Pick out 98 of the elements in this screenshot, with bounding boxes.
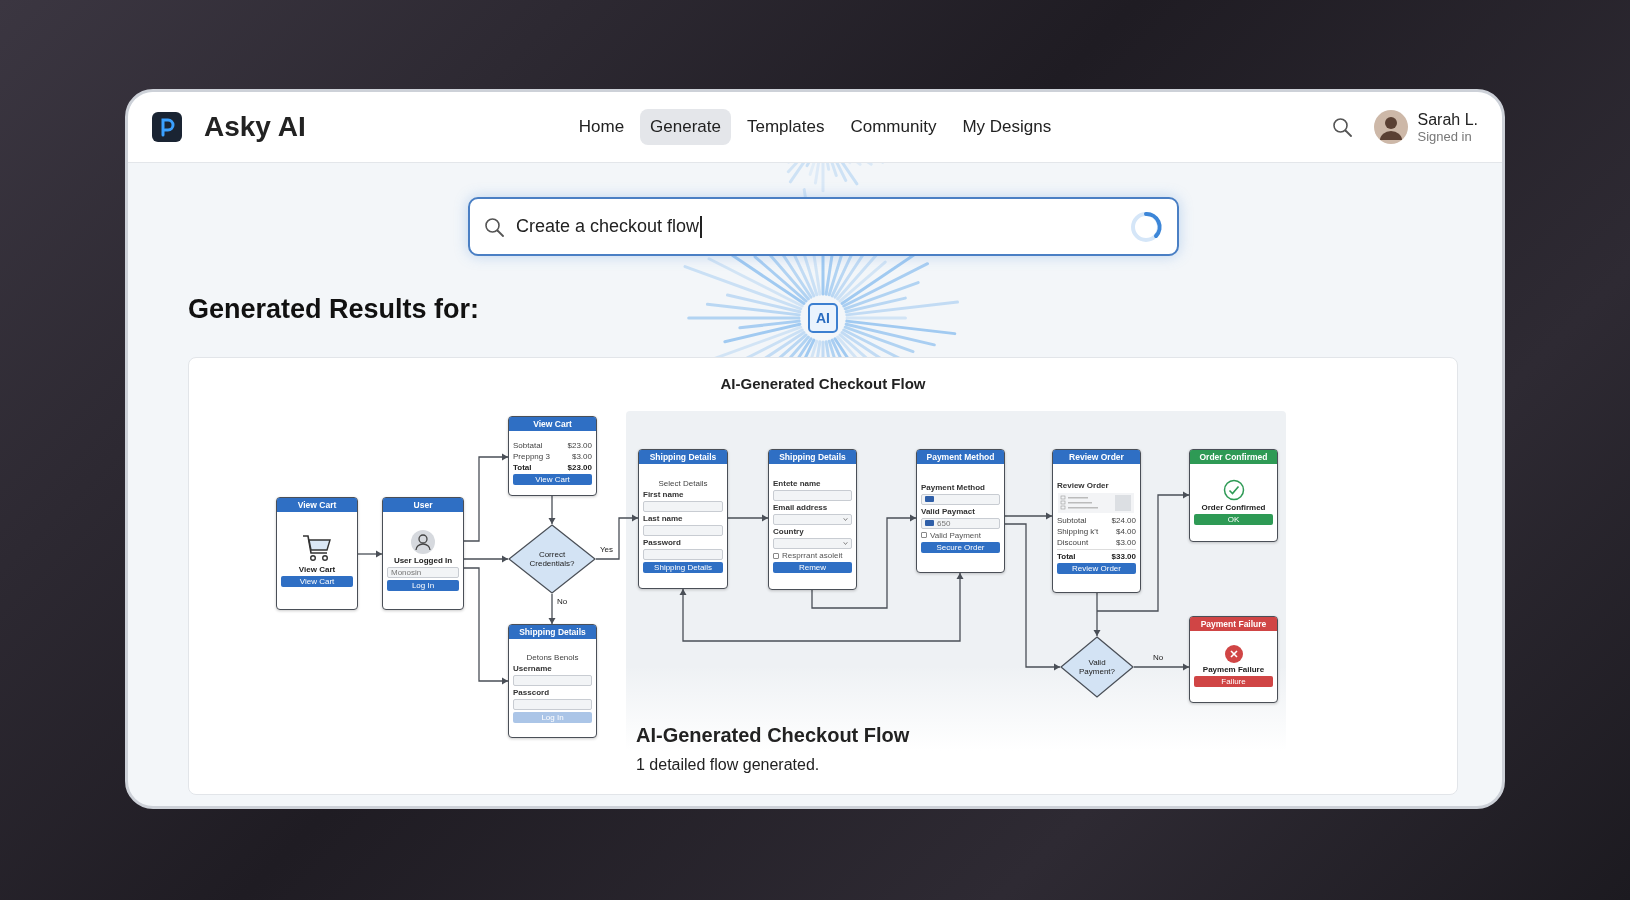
card-caption: Select Details — [657, 478, 709, 488]
summary-label: Shipping k't — [1057, 527, 1099, 536]
card-header: Shipping Details — [509, 625, 596, 639]
card-button[interactable]: Shipping Details — [643, 561, 723, 573]
card-button[interactable]: Remew — [773, 562, 852, 573]
card-button[interactable]: View Cart — [513, 473, 592, 485]
nav-tab[interactable]: My Designs — [952, 109, 1062, 145]
loading-spinner-icon — [1129, 209, 1163, 244]
input-field[interactable] — [643, 524, 723, 536]
checkmark-icon — [1222, 479, 1245, 501]
summary-amount: $3.00 — [1115, 538, 1136, 547]
field-label: Last name — [643, 513, 684, 523]
search-query: Create a checkout flow — [516, 216, 700, 237]
results-heading: Generated Results for: — [188, 294, 480, 326]
result-title: AI-Generated Checkout Flow — [636, 724, 910, 747]
card-button[interactable]: Review Order — [1057, 563, 1136, 574]
input-field[interactable] — [513, 698, 592, 710]
chevron-down-icon — [843, 541, 848, 546]
card-header: Payment Method — [917, 450, 1004, 464]
app-title: Asky AI — [204, 111, 306, 143]
decision-label: Correct Credentials? — [528, 549, 576, 569]
card-input-field[interactable] — [921, 493, 1000, 505]
error-icon — [1224, 645, 1243, 663]
field-label: Password — [643, 537, 682, 547]
ai-chip-icon: AI — [808, 303, 838, 333]
edge-label: No — [1153, 653, 1164, 662]
card-header: View Cart — [277, 498, 357, 512]
field-label: Email address — [773, 503, 829, 512]
credit-card-icon — [925, 520, 934, 526]
user-status: Signed in — [1417, 128, 1473, 145]
nav-tab[interactable]: Community — [840, 109, 947, 145]
nav-tab[interactable]: Home — [568, 109, 635, 145]
summary-amount: $23.00 — [567, 440, 592, 450]
field-label: Username — [513, 663, 553, 673]
card-header: User — [383, 498, 463, 512]
card-heading: Order Confirmed — [1200, 503, 1267, 512]
checkbox-label: Resprrant asoleit — [782, 551, 843, 560]
summary-label: Sobtatal — [513, 440, 543, 450]
cart-icon — [301, 533, 333, 563]
summary-amount: $24.00 — [1111, 516, 1136, 525]
card-header: Shipping Details — [769, 450, 856, 464]
card-header: Review Order — [1053, 450, 1140, 464]
input-field[interactable] — [513, 674, 592, 686]
summary-label: Preppng 3 — [513, 451, 550, 461]
card-input-field[interactable]: 650 — [921, 517, 1000, 529]
card-button[interactable]: View Cart — [281, 576, 353, 587]
field-label: Review Order — [1057, 481, 1110, 490]
card-header: View Cart — [509, 417, 596, 431]
select-field[interactable] — [773, 538, 852, 549]
checkbox[interactable] — [773, 552, 779, 559]
card-header: Order Confirmed — [1190, 450, 1277, 464]
card-heading: Paymem Failure — [1201, 665, 1266, 674]
card-button[interactable]: OK — [1194, 514, 1273, 525]
input-field[interactable] — [643, 500, 723, 512]
nav-tab[interactable]: Generate — [640, 109, 731, 145]
field-label: Entete name — [773, 479, 822, 488]
card-header: Payment Failure — [1190, 617, 1277, 631]
avatar-icon[interactable] — [1373, 110, 1408, 144]
summary-label: Discount — [1057, 538, 1089, 547]
user-name: Sarah L. — [1417, 109, 1478, 129]
card-heading: User Logged In — [392, 555, 454, 565]
select-field[interactable] — [773, 514, 852, 525]
input-field[interactable] — [773, 490, 852, 501]
result-caption: 1 detailed flow generated. — [636, 756, 820, 774]
summary-amount: $33.00 — [1111, 552, 1136, 561]
card-button[interactable]: Log In — [387, 579, 459, 591]
card-header: Shipping Details — [639, 450, 727, 464]
edge-label: No — [557, 597, 568, 606]
search-icon[interactable] — [1331, 117, 1352, 137]
summary-label: Subtotal — [1057, 516, 1087, 525]
field-label: First name — [643, 489, 685, 499]
diagram-title: AI-Generated Checkout Flow — [720, 375, 926, 392]
decision-label: Valid Payment? — [1078, 657, 1116, 677]
user-icon — [411, 529, 435, 554]
input-field[interactable]: Monosin — [387, 566, 459, 578]
search-icon — [484, 216, 504, 237]
card-button[interactable]: Secure Order — [921, 541, 1000, 553]
input-field[interactable] — [643, 548, 723, 560]
search-field[interactable]: Create a checkout flow — [468, 197, 1179, 256]
field-label: Country — [773, 527, 805, 536]
field-label: Payment Method — [921, 482, 986, 492]
checkbox[interactable] — [921, 532, 927, 538]
field-label: Passcord — [513, 687, 551, 697]
summary-amount: $23.00 — [567, 462, 592, 472]
summary-label: Total — [1057, 552, 1076, 561]
credit-card-icon — [925, 496, 934, 502]
card-caption: Detons Benols — [525, 652, 580, 662]
edge-label: Yes — [600, 545, 614, 554]
nav-tab[interactable]: Templates — [737, 109, 835, 145]
field-label: Valid Paymact — [921, 506, 976, 516]
card-button[interactable]: Failure — [1194, 676, 1273, 687]
card-heading: View Cart — [297, 565, 337, 574]
summary-amount: $4.00 — [1115, 527, 1136, 536]
chevron-down-icon — [843, 517, 848, 522]
summary-amount: $3.00 — [571, 451, 592, 461]
logo-icon — [152, 112, 182, 142]
checkbox-label: Valid Payment — [930, 530, 981, 540]
summary-label: Total — [513, 462, 532, 472]
